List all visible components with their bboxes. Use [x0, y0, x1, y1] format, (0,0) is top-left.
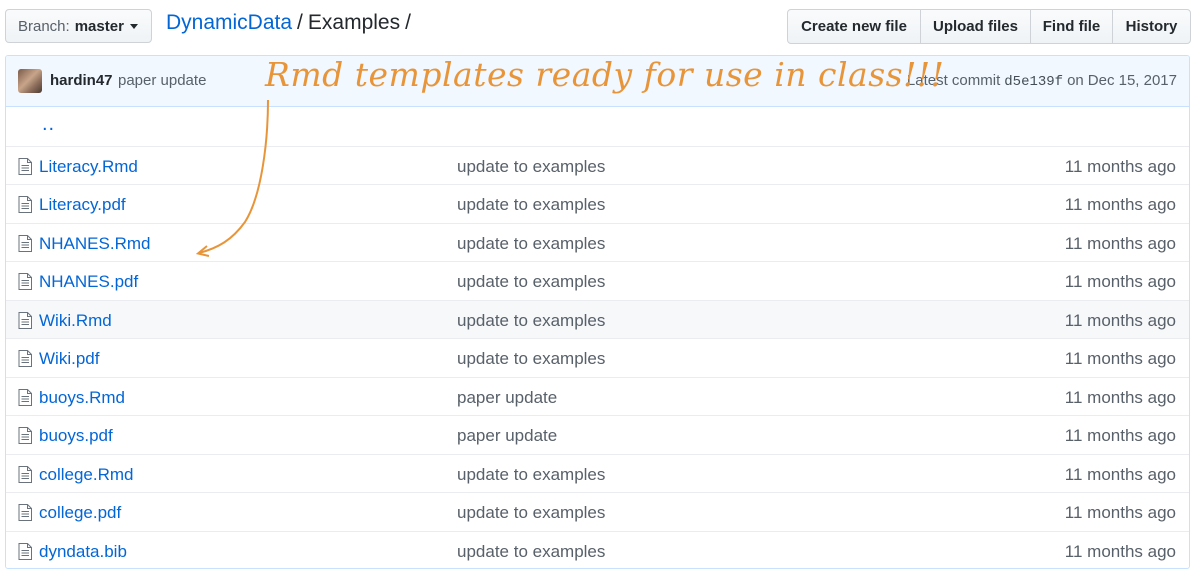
file-name-link[interactable]: buoys.Rmd	[39, 388, 125, 408]
commit-date: Dec 15, 2017	[1087, 72, 1177, 89]
file-age: 11 months ago	[1064, 233, 1176, 253]
file-name-link[interactable]: NHANES.Rmd	[39, 234, 150, 254]
file-text-icon	[18, 157, 32, 175]
file-age: 11 months ago	[1064, 541, 1176, 561]
file-name-link[interactable]: college.pdf	[39, 503, 121, 523]
avatar[interactable]	[18, 69, 42, 93]
file-age: 11 months ago	[1064, 426, 1176, 445]
file-row[interactable]: dyndata.bib update to examples 11 months a…	[6, 530, 1189, 569]
file-commit-message-link[interactable]: update to examples	[457, 234, 605, 254]
file-row[interactable]: Literacy.Rmd update to examples 11 months …	[6, 145, 1189, 185]
file-text-icon	[18, 234, 32, 252]
breadcrumb-separator: /	[297, 11, 303, 34]
create-new-file-button[interactable]: Create new file	[787, 9, 921, 44]
file-row[interactable]: Wiki.pdf update to examples 11 months ago	[6, 338, 1189, 377]
file-commit-message-link[interactable]: update to examples	[457, 311, 605, 331]
breadcrumb: DynamicData / Examples /	[166, 11, 416, 35]
caret-down-icon	[129, 23, 138, 29]
file-commit-message-link[interactable]: update to examples	[457, 272, 605, 292]
file-actions-button-group: Create new file Upload files Find file H…	[787, 9, 1191, 44]
file-commit-message-link[interactable]: update to examples	[457, 465, 605, 485]
file-name-link[interactable]: Wiki.pdf	[39, 349, 99, 369]
history-button[interactable]: History	[1112, 9, 1191, 44]
commit-author-link[interactable]: hardin47	[50, 72, 113, 89]
file-name-link[interactable]: Wiki.Rmd	[39, 311, 112, 331]
file-age: 11 months ago	[1064, 156, 1176, 176]
file-name-link[interactable]: NHANES.pdf	[39, 272, 138, 292]
file-commit-message-link[interactable]: paper update	[457, 388, 557, 408]
file-row[interactable]: college.pdf update to examples 11 months a…	[6, 492, 1189, 531]
file-table: hardin47 paper update Latest commit d5e1…	[5, 55, 1190, 569]
file-commit-message-link[interactable]: update to examples	[457, 349, 605, 369]
file-text-icon	[18, 542, 32, 560]
file-commit-message-link[interactable]: update to examples	[457, 195, 605, 215]
file-row[interactable]: Literacy.pdf update to examples 11 months …	[6, 184, 1189, 223]
file-commit-message-link[interactable]: update to examples	[457, 503, 605, 523]
parent-directory-link[interactable]: ..	[42, 113, 55, 136]
file-row[interactable]: college.Rmd update to examples 11 months a…	[6, 453, 1189, 493]
breadcrumb-current-directory: Examples	[307, 11, 401, 34]
file-row[interactable]: NHANES.Rmd update to examples 11 months ag…	[6, 222, 1189, 262]
file-name-link[interactable]: college.Rmd	[39, 465, 134, 485]
breadcrumb-trailing-separator: /	[405, 11, 411, 34]
file-row[interactable]: buoys.Rmd paper update 11 months ago	[6, 376, 1189, 416]
file-text-icon	[18, 311, 32, 329]
file-text-icon	[18, 350, 32, 367]
upload-files-button[interactable]: Upload files	[920, 9, 1031, 44]
file-row[interactable]: Wiki.Rmd update to examples 11 months ago	[6, 299, 1189, 338]
file-row[interactable]: buoys.pdf paper update 11 months ago	[6, 415, 1189, 454]
breadcrumb-repo-link[interactable]: DynamicData	[166, 11, 292, 35]
file-name-link[interactable]: Literacy.Rmd	[39, 157, 138, 177]
file-age: 11 months ago	[1064, 349, 1176, 368]
file-age: 11 months ago	[1064, 195, 1176, 214]
annotation-text: Rmd templates ready for use in class!!!	[265, 55, 945, 94]
file-age: 11 months ago	[1064, 310, 1176, 330]
file-commit-message-link[interactable]: paper update	[457, 426, 557, 446]
branch-selector-button[interactable]: Branch: master	[5, 9, 152, 43]
file-age: 11 months ago	[1064, 464, 1176, 484]
file-text-icon	[18, 504, 32, 521]
file-text-icon	[18, 196, 32, 213]
file-row[interactable]: NHANES.pdf update to examples 11 months ag…	[6, 261, 1189, 300]
file-text-icon	[18, 388, 32, 406]
file-commit-message-link[interactable]: update to examples	[457, 542, 605, 562]
file-age: 11 months ago	[1064, 272, 1176, 291]
commit-sha-link[interactable]: d5e139f	[1004, 74, 1063, 90]
file-commit-message-link[interactable]: update to examples	[457, 157, 605, 177]
commit-date-prefix: on	[1067, 72, 1084, 89]
file-text-icon	[18, 427, 32, 444]
file-text-icon	[18, 465, 32, 483]
file-name-link[interactable]: Literacy.pdf	[39, 195, 126, 215]
file-name-link[interactable]: dyndata.bib	[39, 542, 127, 562]
branch-name: master	[74, 17, 124, 35]
file-name-link[interactable]: buoys.pdf	[39, 426, 113, 446]
find-file-button[interactable]: Find file	[1030, 9, 1113, 44]
file-text-icon	[18, 273, 32, 290]
branch-label: Branch:	[18, 17, 70, 35]
file-age: 11 months ago	[1064, 503, 1176, 522]
top-bar: Branch: master DynamicData / Examples / …	[0, 0, 1200, 50]
commit-message-link[interactable]: paper update	[118, 72, 206, 89]
parent-directory-row[interactable]: ..	[6, 107, 1189, 146]
latest-commit-info: Latest commit d5e139f on Dec 15, 2017	[907, 72, 1177, 90]
file-age: 11 months ago	[1064, 387, 1176, 407]
